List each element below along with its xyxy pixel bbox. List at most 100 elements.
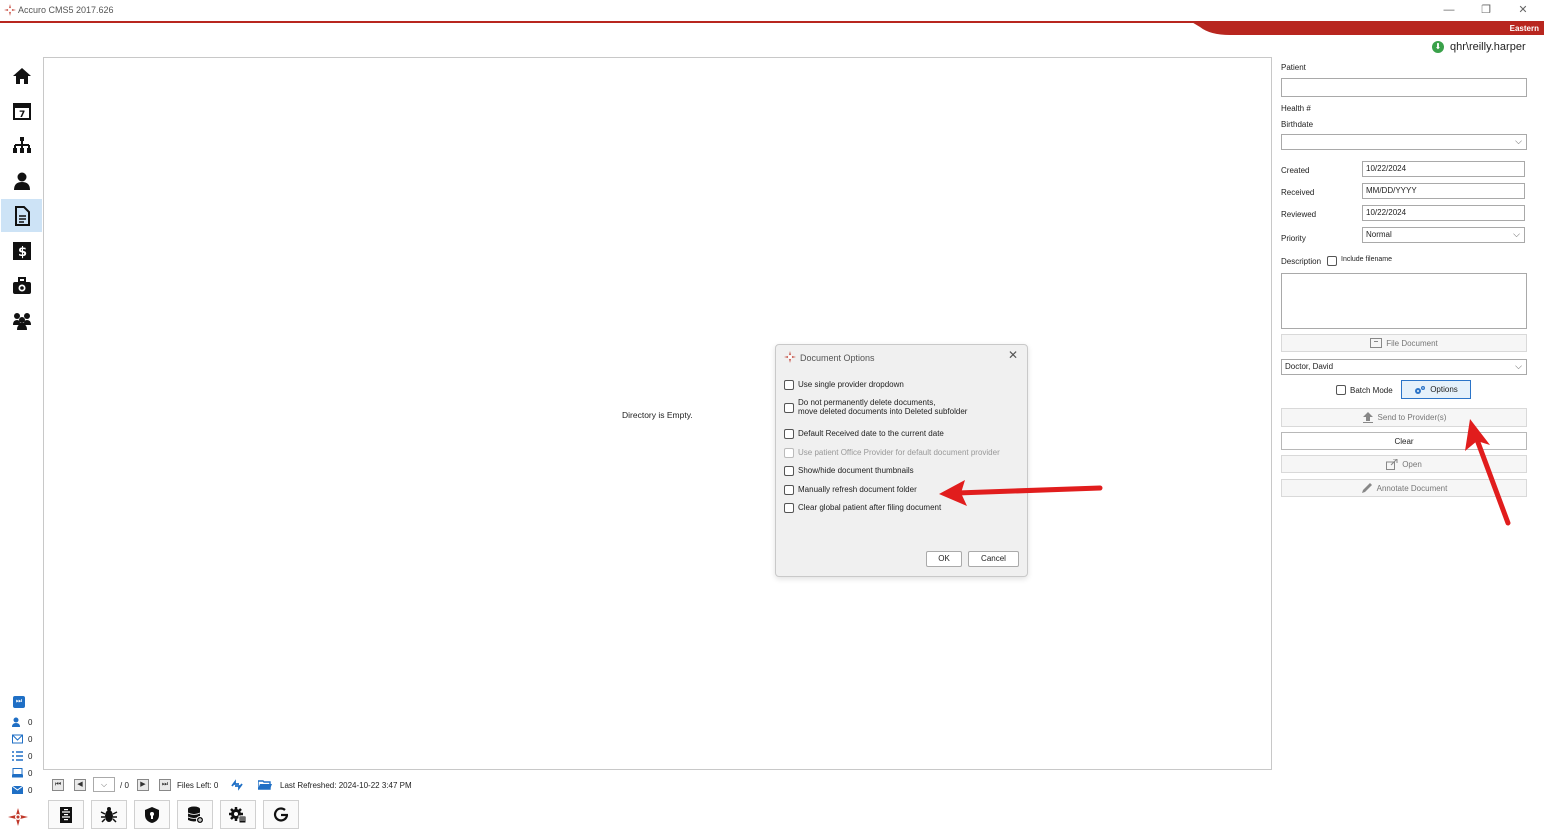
refresh-icon[interactable] (230, 779, 244, 791)
batch-mode-label: Batch Mode (1350, 386, 1393, 395)
close-icon[interactable]: ✕ (1005, 348, 1021, 364)
chevron-down-icon: ⌵ (1515, 361, 1522, 371)
timezone-label: Eastern (1509, 24, 1539, 33)
nav-groups[interactable] (1, 304, 42, 337)
shield-icon (145, 806, 159, 823)
nav-documents[interactable] (1, 199, 42, 232)
nav-organization[interactable] (1, 129, 42, 162)
timezone-banner (0, 21, 1544, 35)
file-document-button[interactable]: File Document (1281, 334, 1527, 352)
database-button[interactable] (177, 800, 213, 829)
page-select[interactable]: ⌵ (93, 777, 115, 792)
mail-count[interactable]: 0 (10, 733, 42, 747)
option-office-provider: Use patient Office Provider for default … (784, 448, 1000, 458)
reviewed-label: Reviewed (1281, 210, 1317, 219)
annotation-arrow-icon (939, 480, 1103, 506)
chevron-down-icon: ⌵ (1515, 136, 1522, 146)
health-number-label: Health # (1281, 104, 1311, 113)
power-icon (273, 806, 289, 822)
online-status-icon: ⬇ (1432, 41, 1444, 53)
bug-icon (100, 806, 118, 823)
message-icon (12, 785, 23, 794)
left-nav: 7 $ (0, 57, 43, 342)
org-chart-icon (12, 136, 31, 153)
restore-button[interactable]: ❐ (1473, 2, 1499, 18)
birthdate-select[interactable]: ⌵ (1281, 134, 1527, 150)
accuro-logo-icon (784, 351, 796, 363)
reviewed-date-input[interactable]: 10/22/2024 (1362, 205, 1525, 221)
security-button[interactable] (134, 800, 170, 829)
option-clear-global-patient[interactable]: Clear global patient after filing docume… (784, 503, 941, 513)
patient-label: Patient (1281, 63, 1306, 72)
inbox-count[interactable]: 0 (10, 767, 42, 781)
message-count[interactable]: 0 (10, 784, 42, 798)
next-page-button[interactable]: ▶ (137, 779, 149, 791)
bug-report-button[interactable] (91, 800, 127, 829)
svg-text:7: 7 (19, 110, 25, 120)
ok-button[interactable]: OK (926, 551, 962, 567)
bottom-toolbar (48, 800, 304, 829)
pagination-bar: ⏮ ◀ ⌵ / 0 ▶ ⏭ Files Left: 0 Last Refresh… (52, 777, 472, 793)
nav-medical[interactable] (1, 269, 42, 302)
checkbox[interactable] (784, 466, 794, 476)
patient-input[interactable] (1281, 78, 1527, 97)
provider-select[interactable]: Doctor, David ⌵ (1281, 359, 1527, 375)
option-label: Do not permanently delete documents, mov… (798, 398, 968, 416)
database-add-icon (187, 806, 204, 824)
page-total: / 0 (120, 781, 129, 790)
options-button[interactable]: Options (1401, 380, 1471, 399)
priority-label: Priority (1281, 234, 1306, 243)
user-task-icon (12, 717, 20, 727)
external-open-icon (1386, 458, 1398, 470)
option-default-received-date[interactable]: Default Received date to the current dat… (784, 429, 944, 439)
option-manual-refresh[interactable]: Manually refresh document folder (784, 485, 917, 495)
checkbox[interactable] (784, 380, 794, 390)
minimize-button[interactable]: — (1436, 2, 1462, 18)
received-date-input[interactable]: MM/DD/YYYY (1362, 183, 1525, 199)
calendar-icon: 7 (12, 102, 31, 120)
inbox-icon (12, 768, 23, 778)
checkbox[interactable] (784, 503, 794, 513)
checkbox[interactable] (784, 429, 794, 439)
first-page-button[interactable]: ⏮ (52, 779, 64, 791)
created-date-input[interactable]: 10/22/2024 (1362, 161, 1525, 177)
nav-home[interactable] (1, 59, 42, 92)
nav-billing[interactable]: $ (1, 234, 42, 267)
accuro-logo-icon (4, 4, 16, 16)
cancel-button[interactable]: Cancel (968, 551, 1019, 567)
gear-icon (229, 806, 247, 823)
document-icon (14, 205, 30, 226)
list-icon (12, 751, 23, 761)
nav-patient[interactable] (1, 164, 42, 197)
checkbox[interactable] (784, 485, 794, 495)
upload-icon (1362, 412, 1373, 423)
nav-calendar[interactable]: 7 (1, 94, 42, 127)
settings-button[interactable] (220, 800, 256, 829)
document-options-dialog: Document Options ✕ Use single provider d… (775, 344, 1028, 577)
annotation-arrow-icon (1465, 419, 1511, 526)
empty-directory-message: Directory is Empty. (622, 410, 693, 420)
collapse-icon[interactable]: ⏭ (13, 696, 25, 708)
checkbox[interactable] (784, 403, 794, 413)
close-window-button[interactable]: ✕ (1510, 2, 1536, 18)
priority-select[interactable]: Normal ⌵ (1362, 227, 1525, 243)
last-page-button[interactable]: ⏭ (159, 779, 171, 791)
batch-mode-checkbox[interactable] (1336, 385, 1346, 395)
option-no-permanent-delete[interactable]: Do not permanently delete documents, mov… (784, 398, 967, 416)
list-count[interactable]: 0 (10, 750, 42, 764)
mail-icon (12, 734, 23, 744)
include-filename-checkbox[interactable] (1327, 256, 1337, 266)
description-textarea[interactable] (1281, 273, 1527, 329)
received-label: Received (1281, 188, 1315, 197)
prev-page-button[interactable]: ◀ (74, 779, 86, 791)
description-label: Description (1281, 257, 1322, 266)
billing-icon: $ (12, 241, 31, 260)
option-single-provider[interactable]: Use single provider dropdown (784, 380, 904, 390)
medical-bag-icon (12, 276, 31, 294)
task-count[interactable]: 0 (10, 716, 42, 730)
cabinet-tool-button[interactable] (48, 800, 84, 829)
option-show-thumbnails[interactable]: Show/hide document thumbnails (784, 466, 914, 476)
folder-open-icon[interactable] (258, 780, 272, 790)
logout-button[interactable] (263, 800, 299, 829)
document-viewer[interactable]: Directory is Empty. (43, 57, 1272, 770)
